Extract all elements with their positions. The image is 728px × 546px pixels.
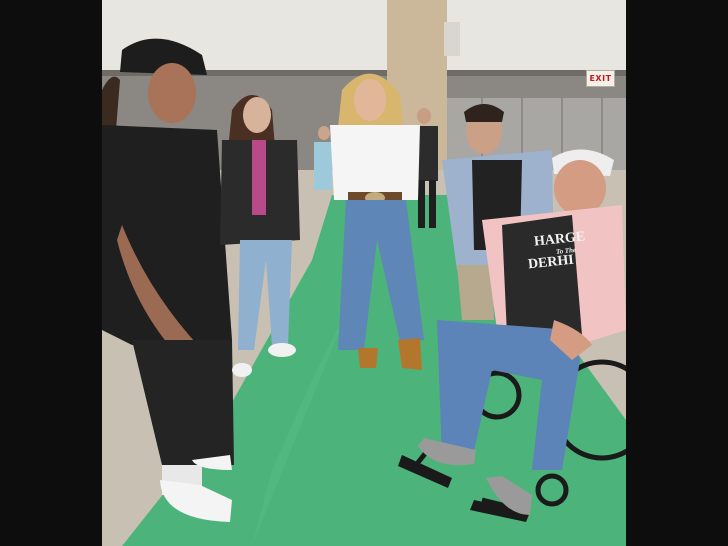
event-photo: EXIT HARGE To The DERHI — [102, 0, 626, 546]
exit-sign: EXIT — [586, 70, 615, 87]
photo-scene — [102, 0, 626, 546]
left-black-border — [0, 0, 102, 546]
bg-person-blue-dress — [314, 142, 332, 190]
right-black-border — [626, 0, 728, 546]
